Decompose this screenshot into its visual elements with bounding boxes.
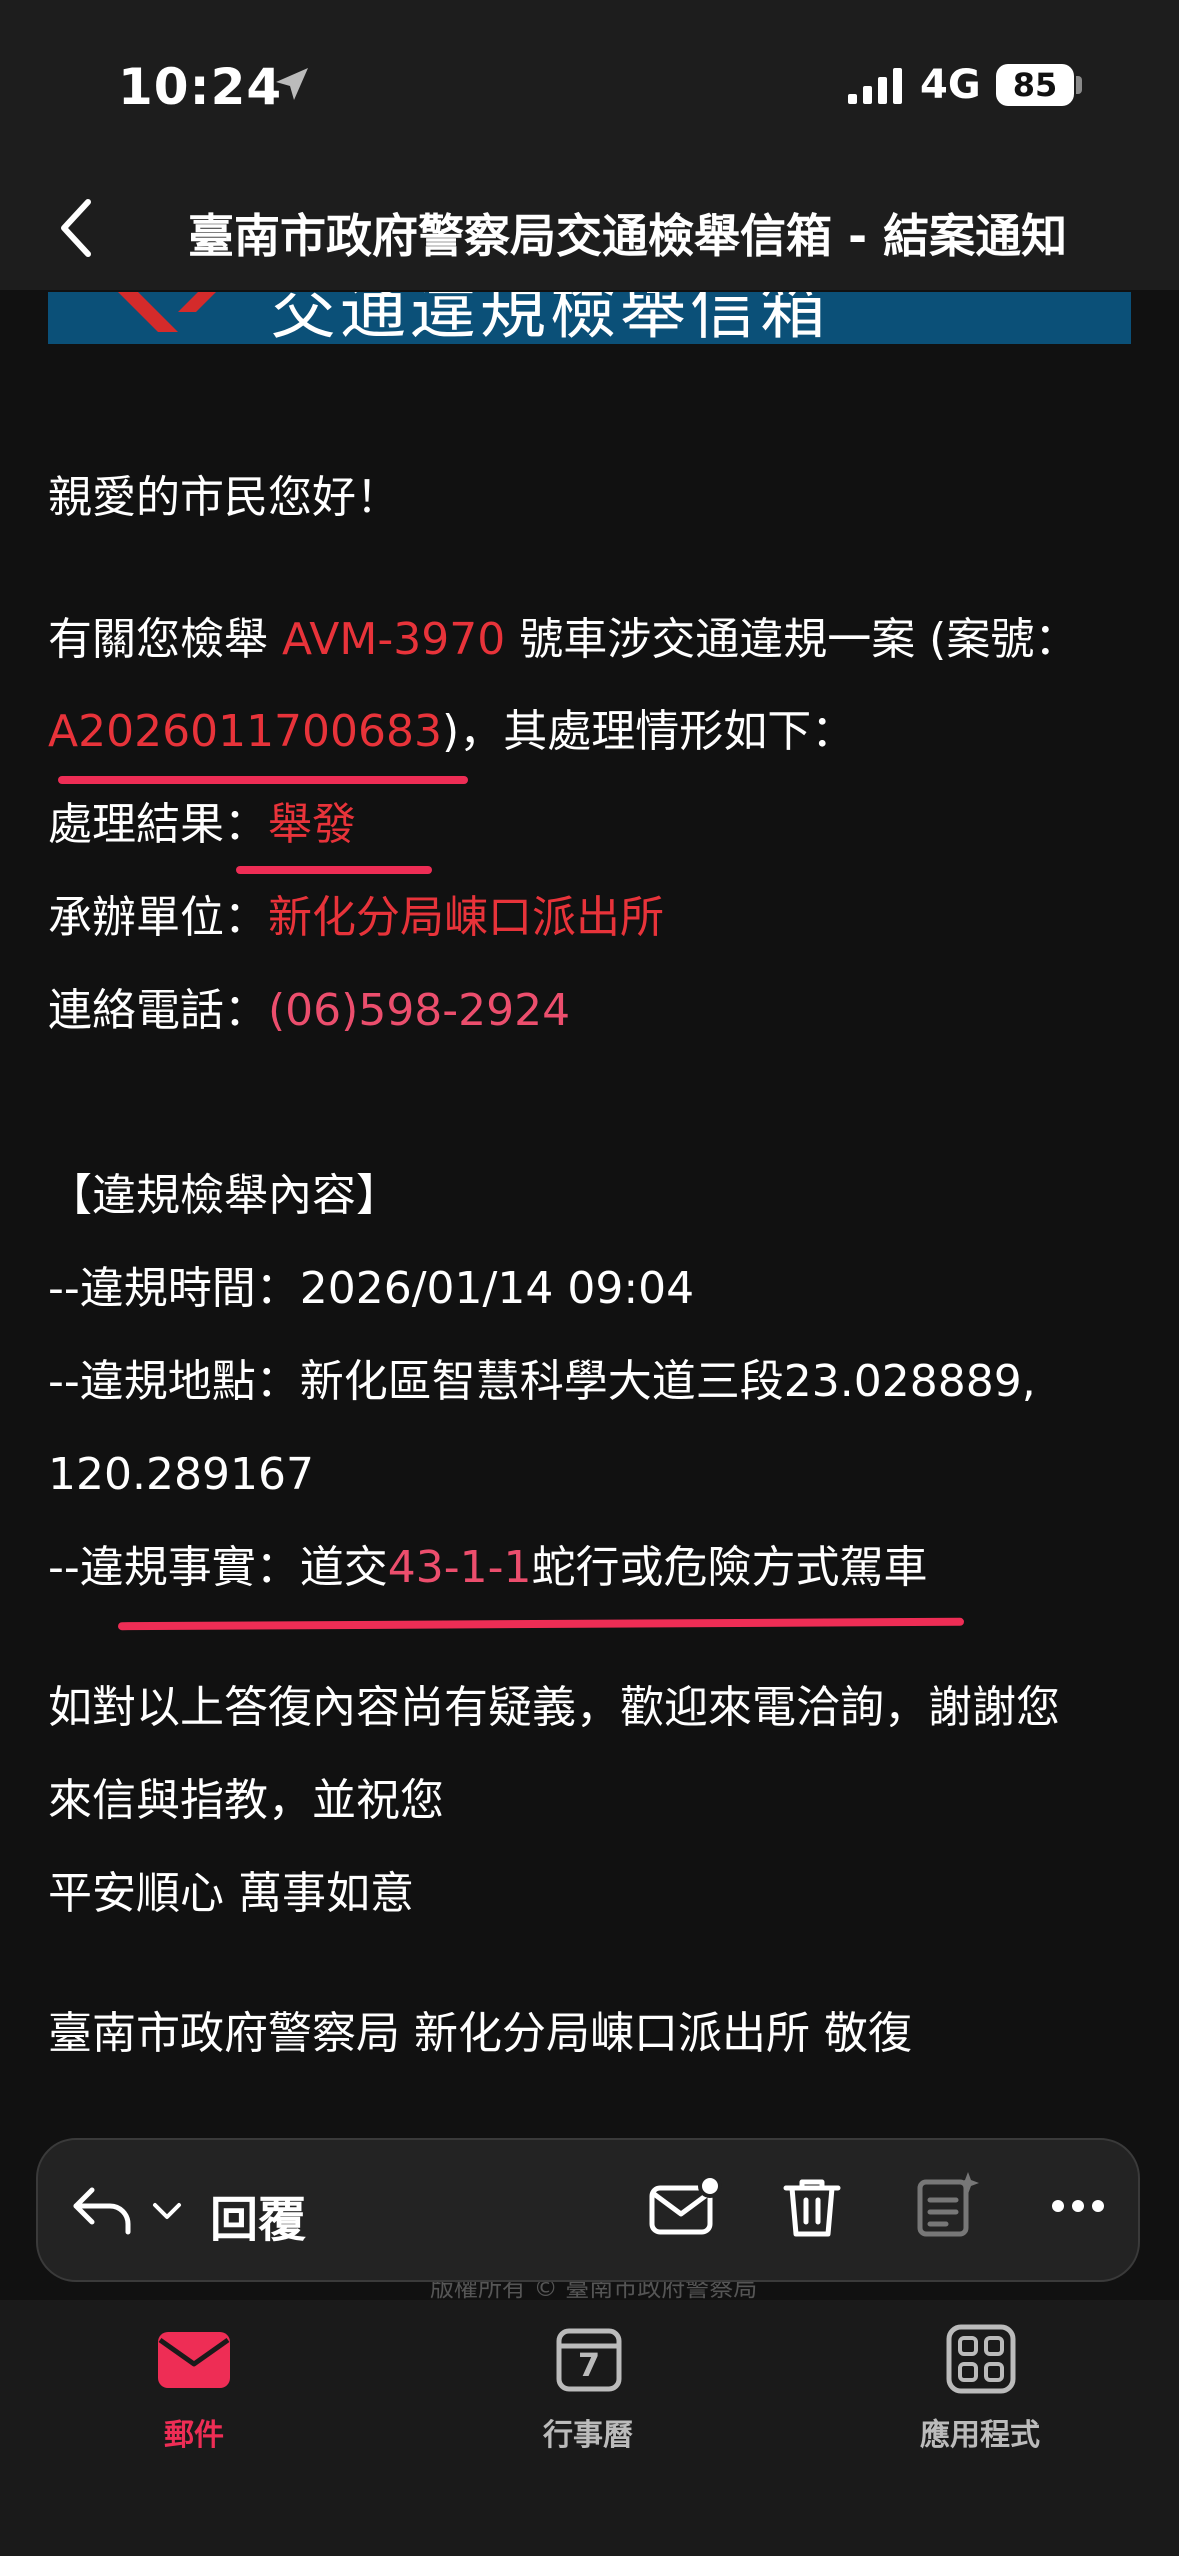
result-line: 處理結果：舉發 [48,795,356,855]
intro-suffix: 號車涉交通違規一案 (案號： [505,614,1079,665]
result-underline [236,866,432,874]
phone-link[interactable]: (06)598-2924 [268,985,570,1036]
battery-icon: 85 [996,64,1074,106]
signature: 臺南市政府警察局 新化分局崠口派出所 敬復 [48,2008,912,2059]
case-number-line: A2026011700683)，其處理情形如下： [48,702,855,762]
violation-location: --違規地點：新化區智慧科學大道三段23.028889, [48,1356,1036,1407]
case-number-link[interactable]: A2026011700683 [48,706,442,757]
greeting: 親愛的市民您好！ [48,472,400,523]
closing-line-1: 如對以上答復內容尚有疑義，歡迎來電洽詢，謝謝您 [48,1682,1060,1733]
email-subject-title: 臺南市政府警察局交通檢舉信箱 - 結案通知 [188,209,1068,263]
more-options-icon[interactable] [1050,2196,1106,2216]
banner-text: 交通違規檢舉信箱 [270,292,830,344]
violation-time: --違規時間：2026/01/14 09:04 [48,1263,695,1314]
calendar-tab-icon[interactable]: 7 [556,2326,622,2392]
apps-grid-icon[interactable] [946,2324,1016,2394]
cellular-signal-icon [848,68,902,104]
tab-calendar[interactable]: 行事曆 [488,2410,688,2454]
fact-prefix: --違規事實：道交 [48,1542,388,1593]
fact-underline [117,1617,965,1631]
phone-label: 連絡電話： [48,985,268,1036]
police-logo-icon [118,292,216,332]
battery-terminal [1076,76,1082,94]
trash-icon[interactable] [780,2174,844,2240]
mail-tab-icon[interactable] [156,2326,232,2392]
tab-mail[interactable]: 郵件 [94,2410,294,2454]
header-banner-image: 交通違規檢舉信箱 [48,292,1131,344]
calendar-day-number: 7 [577,2346,601,2384]
case-line-suffix: )，其處理情形如下： [442,706,856,757]
reply-button[interactable]: 回覆 [210,2180,306,2250]
chevron-down-icon[interactable] [150,2196,184,2226]
back-chevron-icon[interactable] [48,188,108,268]
violation-fact: --違規事實：道交43-1-1蛇行或危險方式駕車 [48,1538,928,1598]
license-plate: AVM-3970 [282,614,506,665]
location-arrow-icon [276,68,308,100]
case-intro-line: 有關您檢舉 AVM-3970 號車涉交通違規一案 (案號： [48,610,1078,670]
mark-unread-icon[interactable] [646,2174,722,2240]
unit-label: 承辦單位： [48,892,268,943]
fact-code: 43-1-1 [387,1542,532,1593]
intro-prefix: 有關您檢舉 [48,614,282,665]
unit-value: 新化分局崠口派出所 [268,892,664,943]
reply-arrow-icon[interactable] [70,2180,136,2240]
summarize-icon[interactable] [912,2170,982,2240]
fact-suffix: 蛇行或危險方式駕車 [531,1542,928,1593]
tab-apps[interactable]: 應用程式 [880,2410,1080,2454]
violation-location-coords: 120.289167 [48,1449,314,1500]
result-label: 處理結果： [48,799,268,850]
unit-line: 承辦單位：新化分局崠口派出所 [48,888,664,948]
result-value: 舉發 [268,799,356,850]
case-number-underline [58,776,468,784]
section-title: 【違規檢舉內容】 [48,1170,400,1221]
status-time: 10:24 [118,58,283,116]
closing-line-3: 平安順心 萬事如意 [48,1868,414,1919]
closing-line-2: 來信與指教，並祝您 [48,1775,444,1826]
phone-line: 連絡電話：(06)598-2924 [48,981,570,1041]
network-type: 4G [920,62,981,108]
